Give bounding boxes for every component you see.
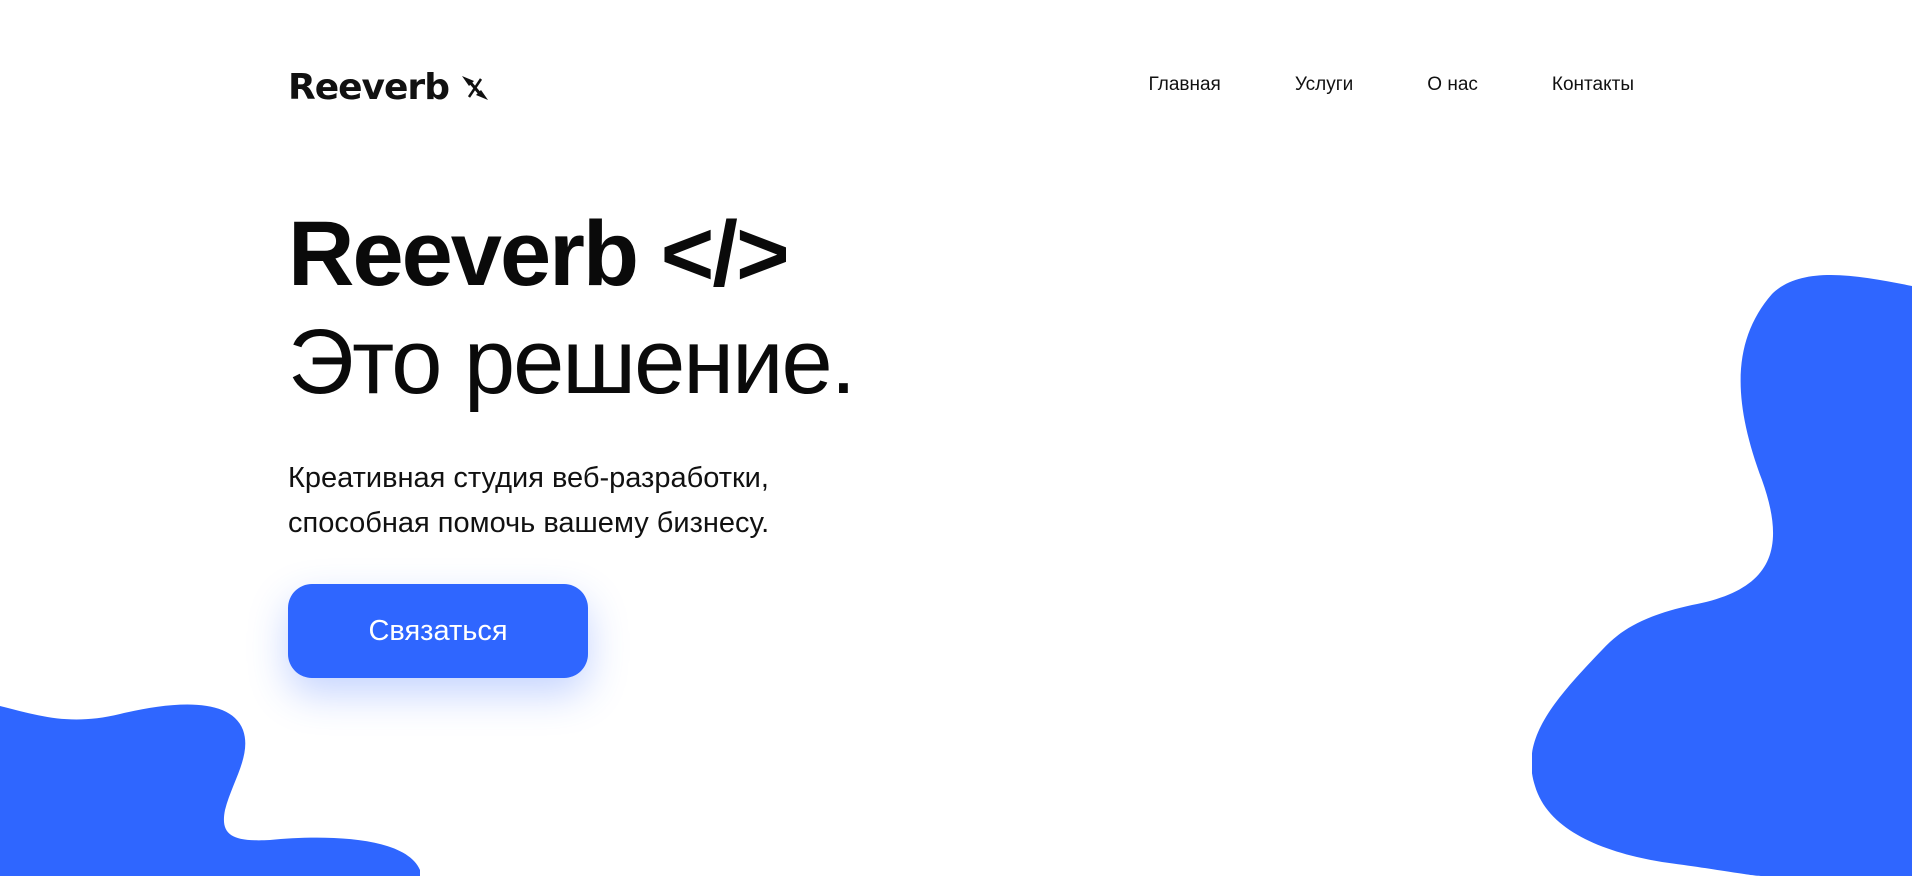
nav-item-about[interactable]: О нас [1427,74,1478,96]
decorative-blob-right [1532,274,1912,876]
hero-description: Креативная студия веб-разработки, способ… [288,456,854,546]
decorative-blob-left [0,704,420,876]
arrows-icon [461,76,488,100]
nav-item-home[interactable]: Главная [1149,74,1221,96]
nav-item-services[interactable]: Услуги [1295,74,1353,96]
logo-text: Reeverb [288,67,450,108]
hero-title: Reeverb </> [288,203,790,305]
main-nav: Главная Услуги О нас Контакты [1075,74,1634,96]
hero-section: Reeverb </> Это решение. Креативная студ… [288,200,856,546]
contact-button[interactable]: Связаться [288,584,588,678]
site-header: Reeverb Главная Услуги О нас Контакты [288,60,1634,120]
logo[interactable]: Reeverb [288,70,491,106]
hero-description-line: Креативная студия веб-разработки, [288,462,769,494]
nav-item-contacts[interactable]: Контакты [1552,74,1634,96]
hero-description-line: способная помочь вашему бизнесу. [288,507,770,539]
hero-subtitle: Это решение. [288,311,856,413]
